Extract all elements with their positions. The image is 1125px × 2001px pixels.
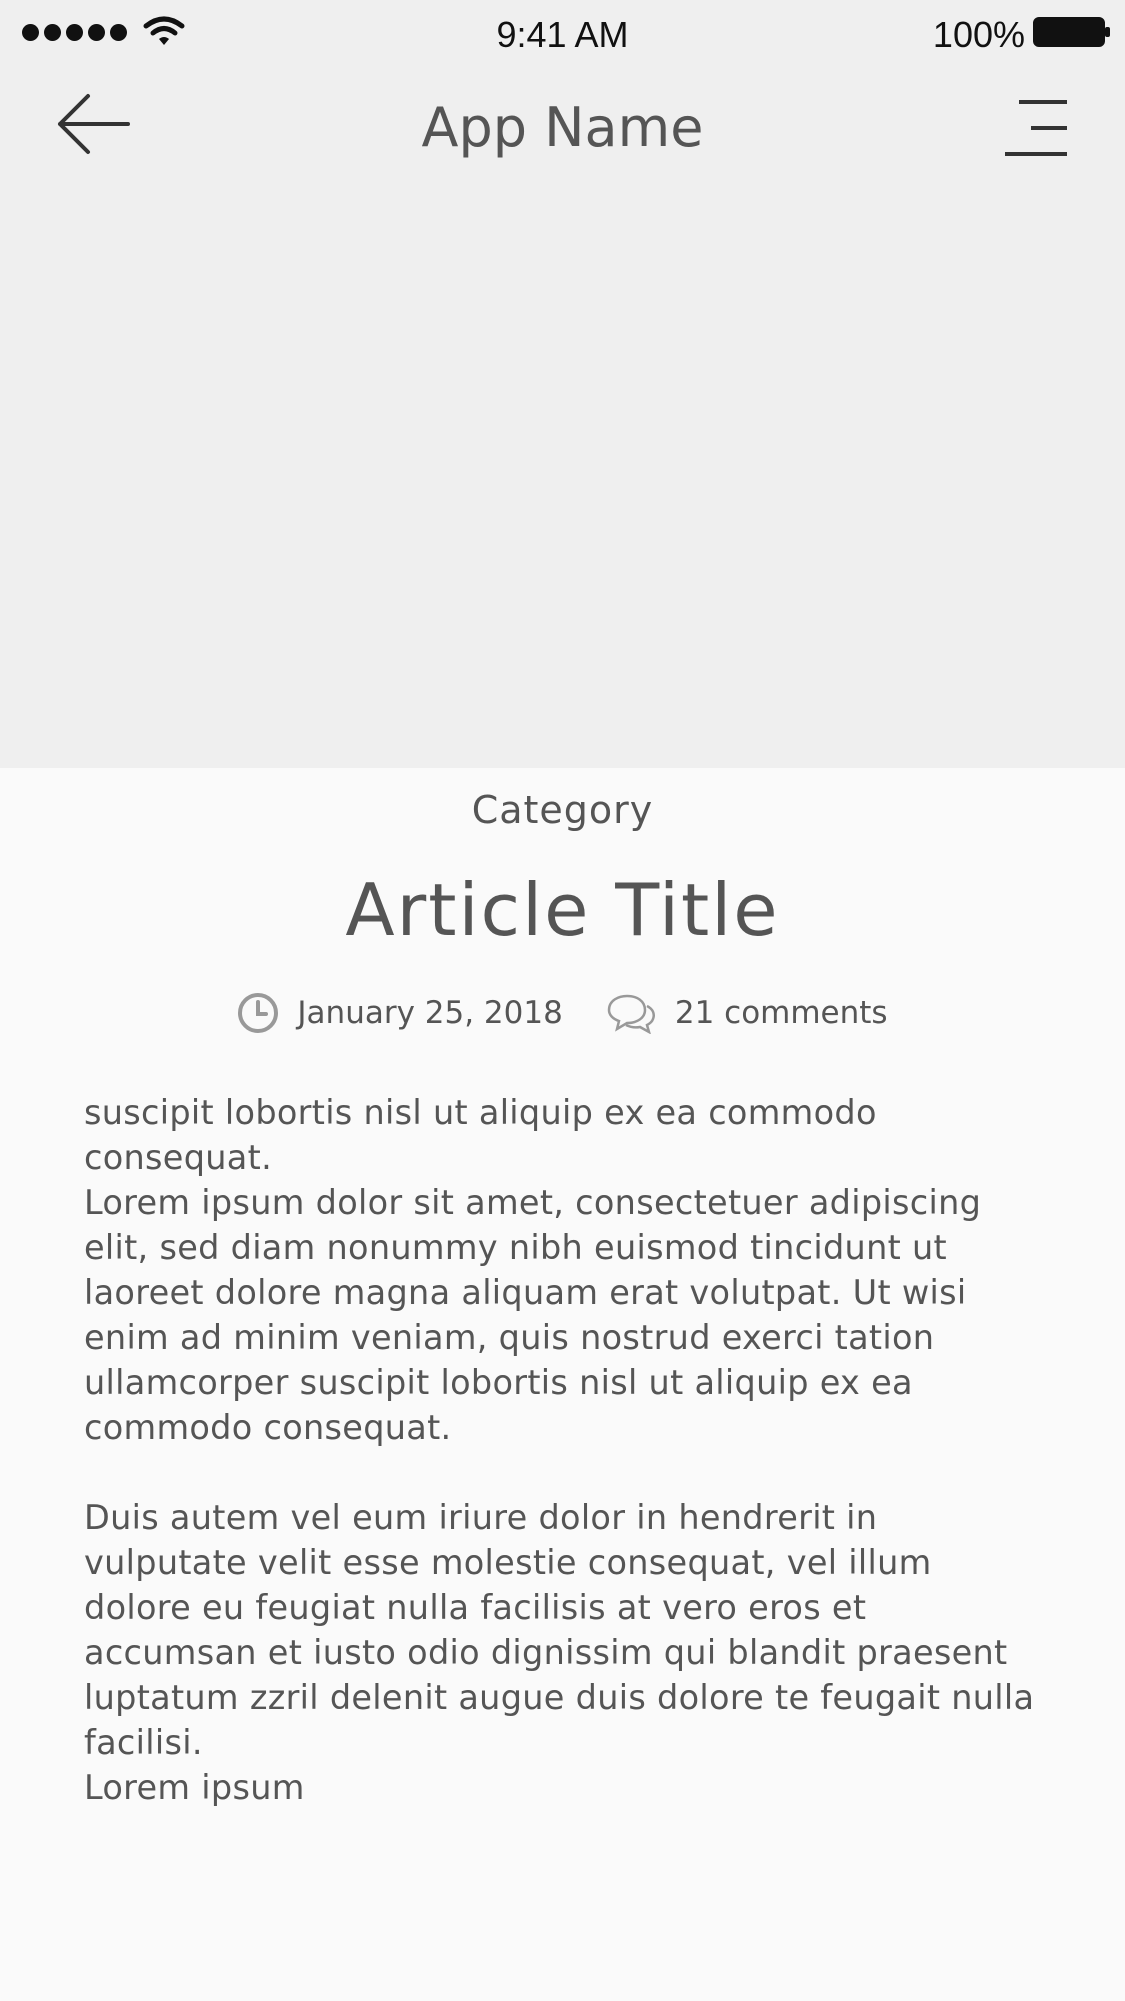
status-bar: 9:41 AM 100%: [0, 0, 1125, 70]
battery-icon: [1033, 17, 1110, 47]
clock-icon: [238, 993, 279, 1033]
body-paragraph: Lorem ipsum dolor sit amet, consectetuer…: [84, 1183, 982, 1447]
body-paragraph: suscipit lobortis nisl ut aliquip ex ea …: [84, 1093, 877, 1177]
body-paragraph: Lorem ipsum: [84, 1768, 305, 1807]
comments-label: 21 comments: [674, 995, 888, 1031]
article-category[interactable]: Category: [0, 788, 1125, 832]
article-comments[interactable]: 21 comments: [605, 992, 888, 1034]
battery-percent: 100%: [932, 14, 1025, 55]
body-paragraph: Duis autem vel eum iriure dolor in hendr…: [84, 1498, 1035, 1762]
date-label: January 25, 2018: [297, 995, 563, 1031]
app-title: App Name: [421, 96, 704, 159]
menu-icon[interactable]: [1003, 98, 1069, 158]
article-meta: January 25, 2018 21 comments: [0, 992, 1125, 1034]
article-date: January 25, 2018: [237, 992, 563, 1034]
article-title: Article Title: [345, 868, 780, 952]
comments-icon: [607, 994, 655, 1034]
navigation-bar: App Name: [0, 70, 1125, 190]
article-body: suscipit lobortis nisl ut aliquip ex ea …: [84, 1090, 1044, 1810]
